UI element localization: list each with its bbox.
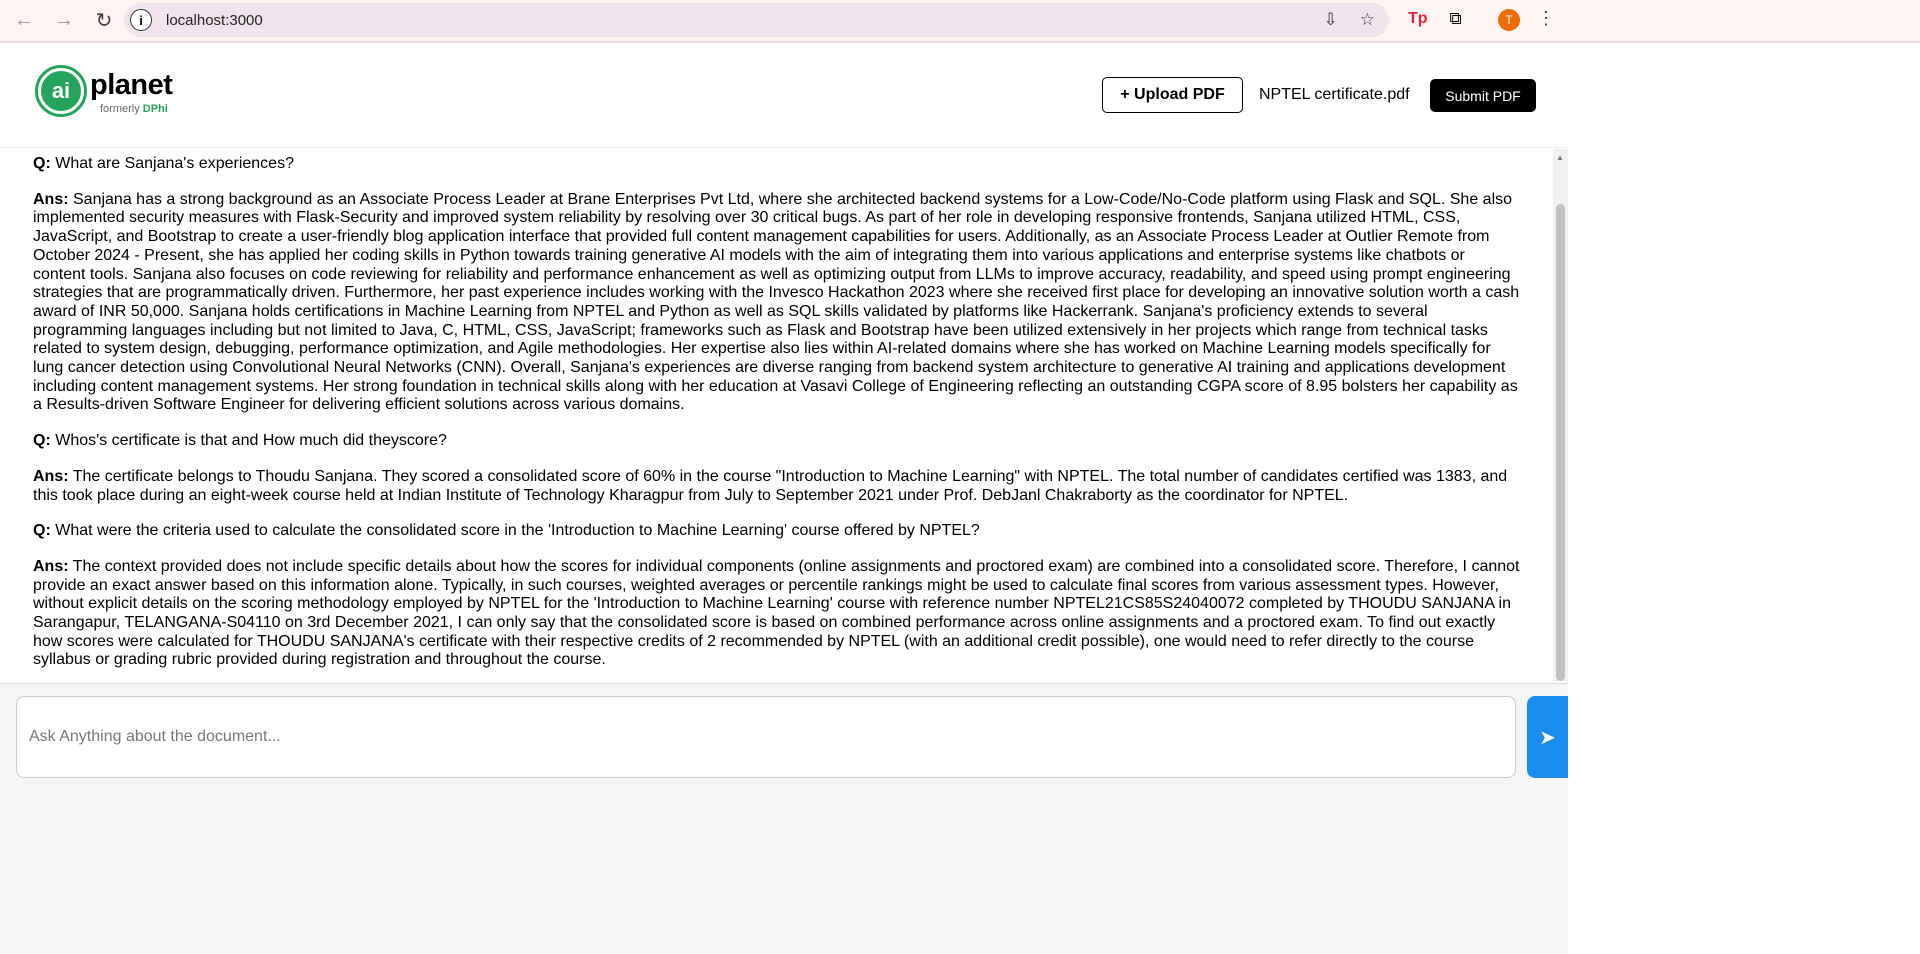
url-text: localhost:3000 bbox=[166, 11, 263, 29]
send-icon: ➤ bbox=[1539, 726, 1556, 749]
star-icon[interactable]: ☆ bbox=[1360, 10, 1375, 30]
forward-icon[interactable]: → bbox=[44, 9, 84, 32]
scrollbar[interactable]: ▲ bbox=[1553, 149, 1568, 681]
back-icon[interactable]: ← bbox=[4, 9, 44, 32]
logo-word: planet bbox=[90, 69, 173, 101]
question-input[interactable] bbox=[16, 696, 1516, 778]
menu-icon[interactable]: ⋮ bbox=[1537, 8, 1555, 29]
scroll-up-icon[interactable]: ▲ bbox=[1556, 153, 1564, 162]
reload-icon[interactable]: ↻ bbox=[84, 8, 124, 33]
upload-pdf-button[interactable]: + Upload PDF bbox=[1102, 77, 1243, 113]
input-bar: ➤ bbox=[0, 683, 1568, 954]
question: Q: What are Sanjana's experiences? bbox=[33, 155, 294, 172]
answer: Ans: The certificate belongs to Thoudu S… bbox=[33, 467, 1508, 504]
answer: Ans: The context provided does not inclu… bbox=[33, 557, 1520, 669]
chat-history: Q: What are Sanjana's experiences? Ans: S… bbox=[0, 149, 1553, 681]
question: Q: Whos's certificate is that and How mu… bbox=[33, 432, 447, 450]
answer: Ans: Sanjana has a strong background as … bbox=[33, 190, 1520, 414]
submit-pdf-button[interactable]: Submit PDF bbox=[1430, 79, 1536, 112]
app-header: ai planet formerly DPhi + Upload PDF NPT… bbox=[0, 45, 1568, 148]
extensions-icon[interactable]: ⧉ bbox=[1450, 9, 1462, 29]
scrollbar-thumb[interactable] bbox=[1556, 204, 1565, 681]
question: Q: What were the criteria used to calcul… bbox=[33, 522, 980, 540]
send-button[interactable]: ➤ bbox=[1527, 696, 1568, 778]
logo: ai planet formerly DPhi bbox=[35, 65, 173, 117]
extension-tp-icon[interactable]: Tp bbox=[1408, 10, 1428, 28]
file-name: NPTEL certificate.pdf bbox=[1259, 86, 1410, 103]
logo-mark: ai bbox=[35, 65, 87, 117]
browser-toolbar: ← → ↻ i localhost:3000 ⇩ ☆ Tp ⧉ T ⋮ bbox=[0, 0, 1920, 43]
logo-subtitle: formerly DPhi bbox=[100, 103, 168, 115]
info-icon[interactable]: i bbox=[130, 9, 152, 31]
blank-area bbox=[1568, 45, 1920, 954]
profile-avatar[interactable]: T bbox=[1498, 9, 1520, 31]
address-bar[interactable]: i localhost:3000 ⇩ ☆ bbox=[124, 3, 1389, 37]
install-icon[interactable]: ⇩ bbox=[1324, 10, 1338, 30]
